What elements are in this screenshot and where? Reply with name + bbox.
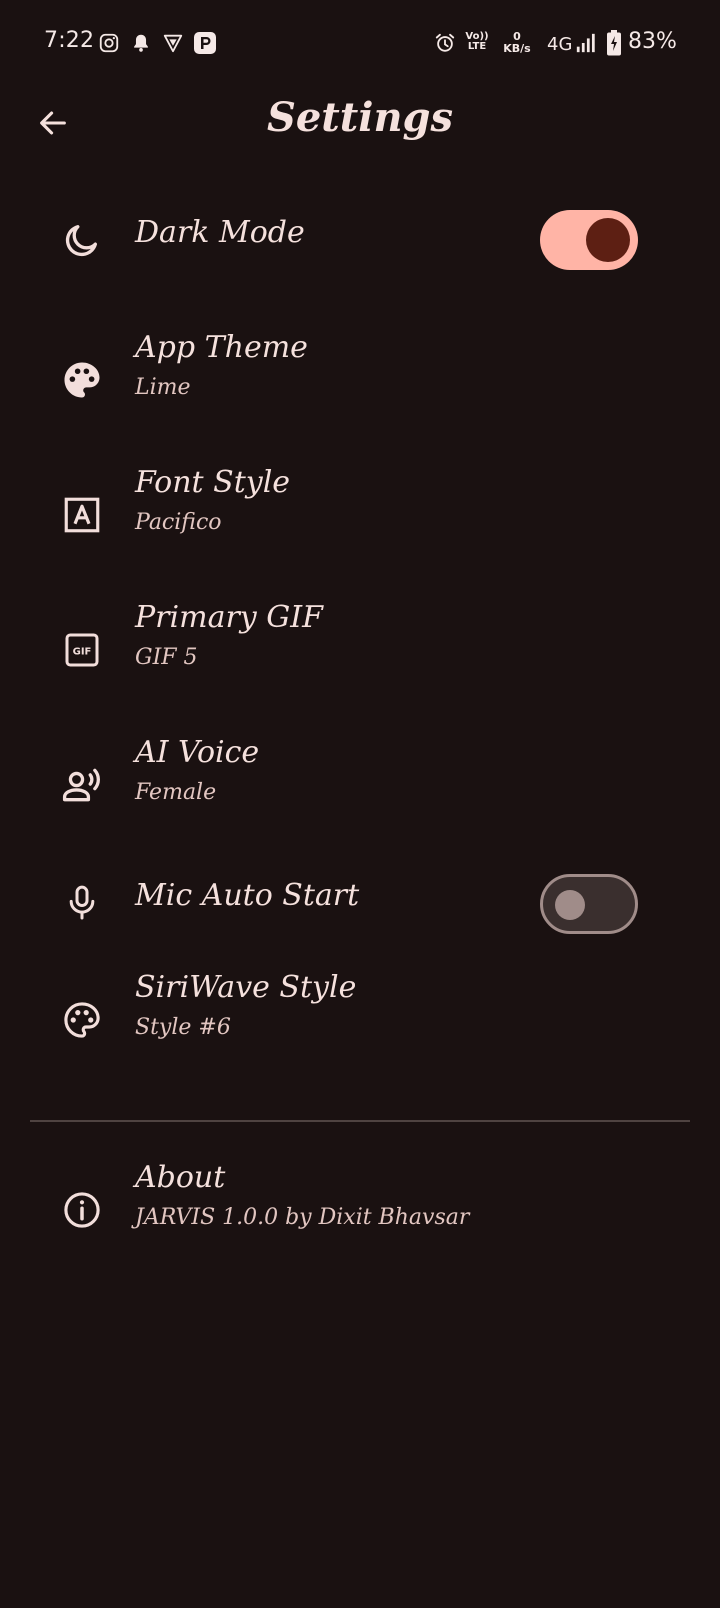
setting-title: AI Voice — [135, 735, 260, 770]
mic-auto-start-toggle[interactable] — [540, 874, 638, 934]
palette-outline-icon — [60, 998, 104, 1042]
mic-icon — [60, 881, 104, 925]
volte-indicator: Vo)) LTE — [464, 32, 490, 52]
setting-title: Dark Mode — [135, 215, 305, 250]
setting-siriwave-style[interactable]: SiriWave Style Style #6 — [0, 965, 720, 1075]
setting-app-theme[interactable]: App Theme Lime — [0, 325, 720, 435]
app-bar: Settings — [0, 88, 720, 158]
dark-mode-toggle[interactable] — [540, 210, 638, 270]
setting-primary-gif[interactable]: GIF Primary GIF GIF 5 — [0, 595, 720, 705]
network-speed: 0 KB/s — [500, 31, 534, 55]
network-speed-unit: KB/s — [503, 42, 531, 55]
setting-value: Pacifico — [135, 510, 222, 535]
setting-title: Font Style — [135, 465, 291, 500]
setting-value: JARVIS 1.0.0 by Dixit Bhavsar — [135, 1205, 470, 1230]
gif-icon-text: GIF — [73, 646, 92, 657]
setting-value: Style #6 — [135, 1015, 231, 1040]
gif-icon: GIF — [60, 628, 104, 672]
setting-value: Female — [135, 780, 217, 805]
setting-value: Lime — [135, 375, 191, 400]
voice-person-icon — [60, 763, 104, 807]
setting-dark-mode[interactable]: Dark Mode — [0, 185, 720, 295]
status-time: 7:22 — [44, 28, 95, 53]
info-icon — [60, 1188, 104, 1232]
network-type: 4G — [547, 34, 573, 55]
setting-title: Primary GIF — [135, 600, 323, 635]
toggle-knob — [586, 218, 630, 262]
moon-icon — [60, 218, 104, 262]
toggle-knob — [555, 890, 585, 920]
page-title: Settings — [266, 94, 454, 141]
setting-title: App Theme — [135, 330, 308, 365]
setting-ai-voice[interactable]: AI Voice Female — [0, 730, 720, 840]
setting-font-style[interactable]: Font Style Pacifico — [0, 460, 720, 570]
battery-percent: 83% — [628, 29, 677, 54]
setting-title: About — [135, 1160, 226, 1195]
settings-screen: 7:22 Vo)) LTE 0 KB/s 4G 83% Settings Dar… — [0, 0, 720, 1608]
setting-title: Mic Auto Start — [135, 878, 360, 913]
divider — [30, 1120, 690, 1122]
palette-icon — [60, 358, 104, 402]
instagram-icon — [99, 33, 119, 53]
setting-about[interactable]: About JARVIS 1.0.0 by Dixit Bhavsar — [0, 1155, 720, 1265]
setting-mic-auto-start[interactable]: Mic Auto Start — [0, 848, 720, 958]
status-bar: 7:22 Vo)) LTE 0 KB/s 4G 83% — [0, 0, 720, 88]
volte-bottom: LTE — [467, 41, 487, 52]
vpn-shield-icon — [163, 34, 183, 53]
notification-bell-icon — [134, 34, 148, 52]
font-icon — [60, 493, 104, 537]
setting-value: GIF 5 — [135, 645, 198, 670]
alarm-icon — [435, 33, 455, 52]
parking-app-icon — [194, 32, 216, 54]
setting-title: SiriWave Style — [135, 970, 357, 1005]
battery-charging-icon — [607, 30, 621, 56]
signal-icon — [576, 33, 595, 53]
